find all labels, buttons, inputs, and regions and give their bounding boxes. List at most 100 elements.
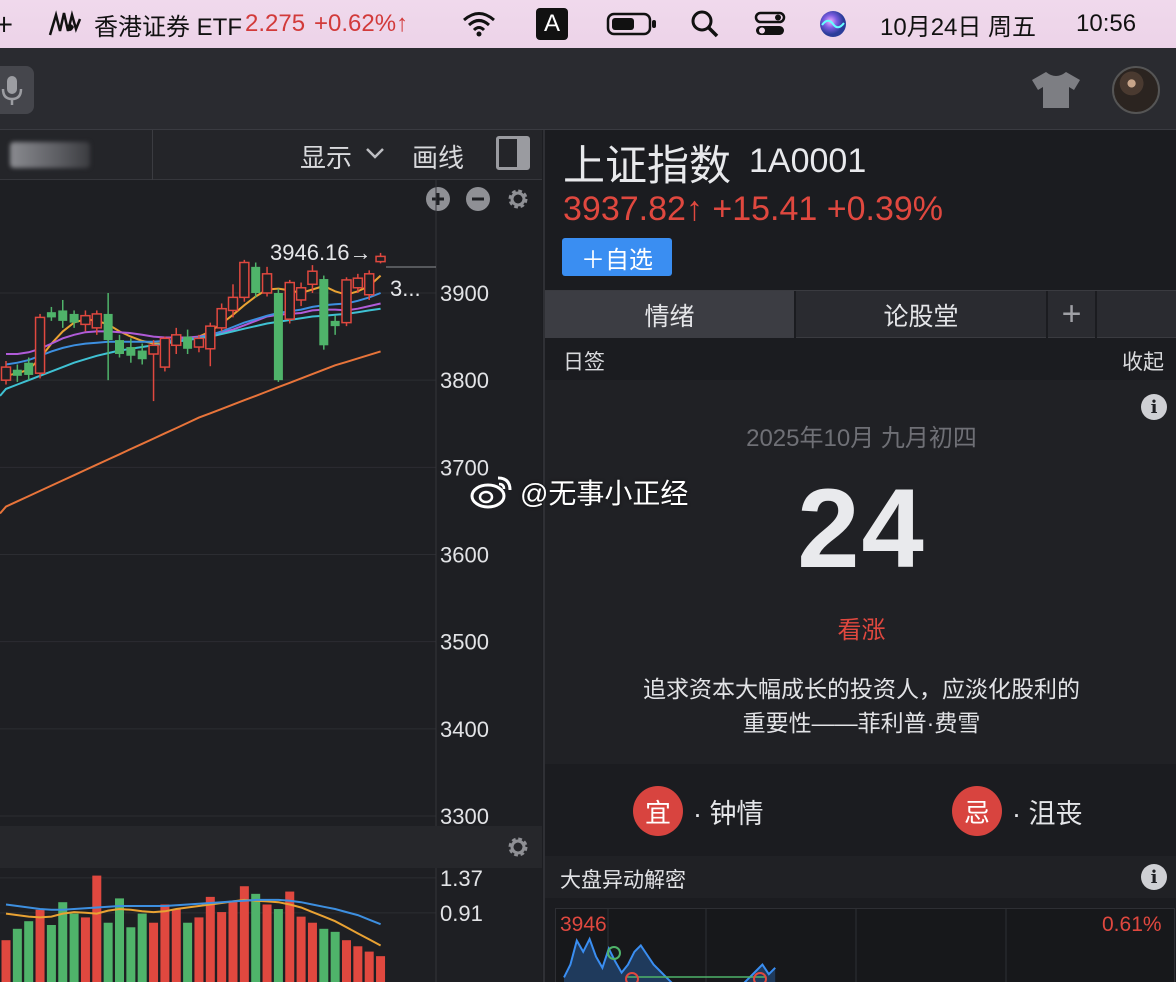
indicator-bar — [80, 917, 90, 982]
quote-line-2: 重要性——菲利普·费雪 — [742, 710, 981, 736]
user-avatar[interactable] — [1112, 66, 1160, 114]
wifi-icon[interactable] — [462, 0, 496, 48]
market-movement-title: 大盘异动解密 — [560, 869, 686, 892]
indicator-bar — [262, 904, 272, 982]
indicator-bar — [137, 913, 147, 982]
theme-shirt-icon[interactable] — [1030, 70, 1082, 110]
stock-quote: 3937.82↑ +15.41 +0.39% — [563, 190, 943, 229]
candle-body — [148, 344, 159, 355]
price-axis-label: 3800 — [440, 368, 489, 393]
tab-extra[interactable] — [1097, 291, 1176, 338]
indicator-bar — [273, 909, 283, 982]
market-info-icon[interactable]: i — [1141, 864, 1167, 890]
tab-add-icon[interactable]: + — [1048, 291, 1097, 338]
candle-body — [261, 273, 273, 294]
indicator-axis-label: 1.37 — [440, 866, 483, 891]
candle-body — [341, 279, 352, 324]
moving-average-line — [0, 350, 381, 515]
indicator-bar — [319, 928, 329, 982]
ticker-name[interactable]: 香港证券 ETF — [94, 0, 242, 48]
kline-chart-pane: 显示 画线 3946.16→ 3... 3900 3800 3700 3600 3500… — [0, 130, 542, 982]
add-to-watchlist-button[interactable]: ＋自选 — [562, 238, 672, 276]
tab-sentiment[interactable]: 情绪 — [545, 291, 796, 338]
candle-body — [251, 266, 261, 293]
candle-body — [24, 362, 34, 375]
microphone-icon — [1, 76, 23, 105]
daily-quote: 追求资本大幅成长的投资人，应淡化股利的 重要性——菲利普·费雪 — [605, 672, 1118, 740]
candle-body — [352, 277, 364, 289]
candle-body — [69, 313, 79, 323]
spotlight-search-icon[interactable] — [690, 0, 720, 48]
input-method-indicator[interactable]: A — [536, 8, 568, 40]
candle-body — [216, 307, 227, 329]
siri-icon[interactable] — [818, 0, 848, 48]
collapse-button[interactable]: 收起 — [1122, 346, 1164, 376]
intraday-mini-chart[interactable]: 3946 0.61% — [555, 908, 1175, 982]
bad-badge: 忌 — [952, 786, 1002, 836]
candle-body — [193, 337, 205, 348]
menubar-date[interactable]: 10月24日 周五 — [880, 0, 1036, 48]
candle-body — [205, 325, 216, 350]
indicator-bar — [342, 940, 351, 982]
indicator-bar — [115, 898, 124, 982]
ticker-price: 2.275 — [245, 10, 306, 37]
candle-body — [103, 313, 113, 341]
microphone-button[interactable] — [0, 66, 34, 114]
menubar-time[interactable]: 10:56 — [1076, 0, 1136, 48]
market-mood: 看涨 — [837, 617, 886, 644]
high-price-marker: 3946.16→ — [270, 240, 372, 265]
candle-body — [183, 336, 193, 349]
indicator-axis-label: 0.91 — [440, 901, 483, 926]
indicator-bar — [126, 927, 136, 982]
price-axis-label: 3900 — [440, 281, 489, 306]
tab-forum[interactable]: 论股堂 — [796, 291, 1048, 338]
candle-body — [91, 313, 103, 329]
daily-sign-header: 日签 收起 — [545, 338, 1176, 380]
indicator-bar — [103, 922, 113, 982]
candle-body — [363, 273, 375, 296]
indicator-bar — [149, 922, 159, 982]
good-badge: 宜 — [633, 786, 683, 836]
candle-body — [239, 261, 250, 299]
indicator-bar — [183, 922, 193, 982]
candle-body — [137, 350, 147, 360]
stock-code: 1A0001 — [749, 142, 867, 180]
indicator-header — [0, 826, 542, 868]
price-axis-label: 3500 — [440, 630, 489, 655]
mini-chart-price: 3946 — [560, 913, 607, 936]
candle-body — [295, 287, 307, 301]
price-axis-label: 3400 — [440, 717, 489, 742]
candle-body — [115, 340, 124, 355]
candle-body — [126, 347, 136, 356]
indicator-bar — [171, 909, 181, 982]
watermark-text: @无事小正经 — [520, 478, 689, 509]
candle-body — [375, 255, 386, 263]
indicator-bar — [205, 896, 215, 982]
indicator-bar — [35, 909, 45, 982]
market-movement-header: 大盘异动解密 i — [545, 856, 1176, 898]
indicator-bar — [160, 904, 170, 982]
bad-text: · 沮丧 — [1012, 799, 1083, 829]
battery-icon[interactable] — [606, 0, 658, 48]
indicator-bar — [194, 917, 204, 982]
candle-body — [34, 316, 46, 374]
stock-change: +15.41 — [712, 190, 818, 228]
info-icon[interactable]: i — [1141, 394, 1167, 420]
mini-chart-pct: 0.61% — [1102, 913, 1162, 936]
lunar-date: 2025年10月 九月初四 — [746, 425, 977, 452]
stock-name: 上证指数 — [563, 142, 732, 189]
stock-price: 3937.82↑ — [563, 190, 703, 228]
candle-body — [46, 312, 56, 318]
indicator-settings-gear-icon[interactable] — [505, 834, 531, 860]
stock-widget-icon[interactable] — [46, 0, 84, 48]
candle-body — [0, 366, 12, 381]
candle-body — [80, 314, 91, 326]
menu-bar: + 香港证券 ETF 2.275 +0.62%↑ A 10月24日 周五 10:… — [0, 0, 1176, 48]
daily-sign-card: i 2025年10月 九月初四 24 看涨 追求资本大幅成长的投资人，应淡化股利… — [545, 380, 1176, 764]
menu-plus-icon[interactable]: + — [0, 0, 14, 48]
stock-change-pct: +0.39% — [826, 190, 944, 228]
indicator-bar — [353, 946, 363, 982]
price-axis-label: 3600 — [440, 543, 489, 568]
indicator-bar — [228, 901, 238, 982]
control-center-icon[interactable] — [754, 0, 786, 48]
